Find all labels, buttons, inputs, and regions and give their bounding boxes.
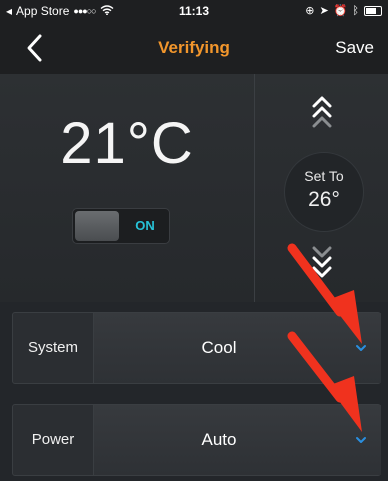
double-chevron-up-icon — [312, 96, 332, 128]
system-label: System — [27, 339, 78, 356]
battery-icon — [364, 6, 382, 16]
power-toggle[interactable]: ON — [72, 208, 170, 244]
system-select[interactable]: Cool — [93, 313, 381, 383]
setpoint-value: 26° — [308, 188, 340, 211]
save-button[interactable]: Save — [335, 22, 374, 74]
settings-panel: System Cool Power Auto — [0, 302, 388, 481]
setpoint-label: Set To — [304, 168, 344, 184]
power-select[interactable]: Auto — [93, 405, 381, 475]
decrease-setpoint-button[interactable] — [308, 242, 336, 282]
status-right: ⊕ ➤ ⏰ ᛒ — [305, 0, 382, 22]
lock-rotation-icon: ⊕ — [305, 5, 315, 17]
setpoint-display: Set To 26° — [284, 152, 364, 232]
system-value: Cool — [201, 338, 237, 357]
double-chevron-down-icon — [312, 246, 332, 278]
current-temperature: 21°C — [60, 111, 194, 176]
power-row: Power Auto — [12, 404, 381, 476]
bluetooth-icon: ᛒ — [352, 5, 359, 17]
increase-setpoint-button[interactable] — [308, 92, 336, 132]
toggle-label: ON — [135, 218, 155, 233]
alarm-icon: ⏰ — [333, 5, 348, 17]
page-title: Verifying — [158, 38, 230, 57]
chevron-down-icon — [356, 437, 366, 443]
location-icon: ➤ — [319, 5, 329, 17]
thermostat-panel: 21°C ON Set To 26° — [0, 74, 388, 302]
chevron-down-icon — [356, 345, 366, 351]
power-label: Power — [31, 431, 75, 448]
power-value: Auto — [201, 430, 237, 449]
vertical-divider — [254, 74, 255, 302]
status-bar: ◂ App Store ●●●○○ 11:13 ⊕ ➤ ⏰ ᛒ — [0, 0, 388, 22]
system-row: System Cool — [12, 312, 381, 384]
nav-bar: Verifying Save — [0, 22, 388, 74]
toggle-knob — [75, 211, 119, 241]
